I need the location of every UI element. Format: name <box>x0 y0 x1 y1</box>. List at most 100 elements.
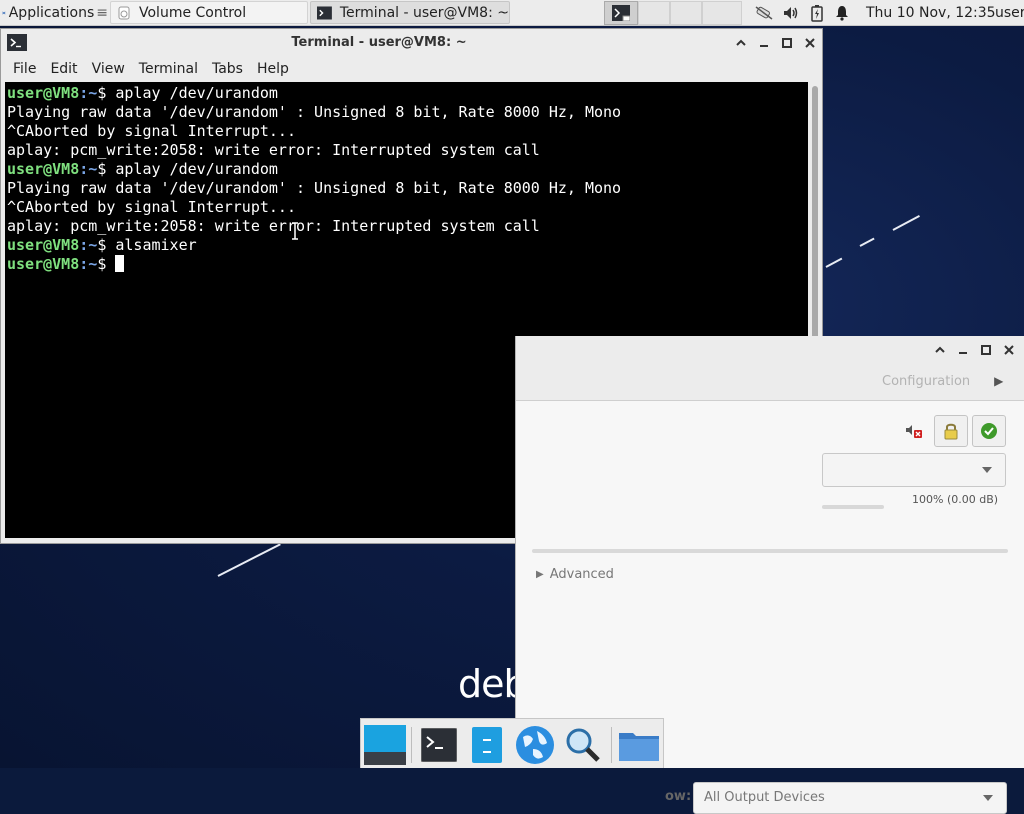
workspace-2-button[interactable] <box>638 1 670 25</box>
workspace-1-button[interactable] <box>604 1 638 25</box>
minimize-icon <box>760 45 768 47</box>
terminal-menubar: File Edit View Terminal Tabs Help <box>1 57 822 81</box>
maximize-button[interactable] <box>779 35 795 51</box>
tab-scroll-right-icon[interactable]: ▶ <box>994 374 1003 388</box>
menu-grip-icon: ≡ <box>96 4 108 21</box>
section-divider <box>532 549 1008 553</box>
top-panel: Applications ≡ Volume Control Terminal -… <box>0 0 1024 26</box>
prompt-user: user@VM8 <box>7 84 80 102</box>
terminal-mini-icon <box>612 5 630 21</box>
terminal-icon <box>421 728 457 762</box>
command-text: aplay /dev/urandom <box>115 160 278 178</box>
set-default-button[interactable] <box>972 415 1006 447</box>
minimize-button[interactable] <box>756 35 772 51</box>
folder-icon <box>619 733 659 761</box>
prompt-symbol: $ <box>97 255 116 273</box>
prompt-user: user@VM8 <box>7 236 80 254</box>
workspace-3-button[interactable] <box>670 1 702 25</box>
close-button[interactable] <box>1001 342 1017 358</box>
workspace-4-button[interactable] <box>702 1 742 25</box>
terminal-prompt-line: user@VM8:~$ alsamixer <box>7 236 808 255</box>
show-desktop-icon <box>364 725 406 765</box>
terminal-window-title: Terminal - user@VM8: ~ <box>291 35 467 50</box>
menu-file[interactable]: File <box>13 61 36 77</box>
dock-app-finder-launcher[interactable] <box>561 723 605 767</box>
terminal-output-line: ^CAborted by signal Interrupt... <box>7 122 296 140</box>
prompt-user: user@VM8 <box>7 255 80 273</box>
volume-control-body: 100% (0.00 dB) ▶ Advanced ow: All Output… <box>516 400 1024 814</box>
terminal-prompt-line: user@VM8:~$ aplay /dev/urandom <box>7 160 808 179</box>
tab-configuration[interactable]: Configuration <box>882 374 970 389</box>
network-disconnected-icon[interactable] <box>752 0 776 25</box>
command-text: aplay /dev/urandom <box>115 84 278 102</box>
volume-tabs: Configuration ▶ <box>824 366 1024 396</box>
menu-edit[interactable]: Edit <box>50 61 77 77</box>
terminal-output-line: ^CAborted by signal Interrupt... <box>7 198 296 216</box>
chevron-up-icon <box>736 39 746 46</box>
wallpaper-streak <box>892 215 920 231</box>
dock-panel <box>360 718 664 768</box>
wallpaper-streak <box>825 257 843 268</box>
maximize-icon <box>782 38 792 48</box>
advanced-expander[interactable]: ▶ Advanced <box>536 567 614 582</box>
taskbar-item-label: Terminal - user@VM8: ~ <box>339 4 509 21</box>
dock-web-browser-launcher[interactable] <box>513 723 557 767</box>
menu-view[interactable]: View <box>92 61 125 77</box>
dock-terminal-launcher[interactable] <box>417 723 461 767</box>
xfce-logo-icon <box>2 11 6 14</box>
close-button[interactable] <box>802 35 818 51</box>
volume-control-titlebar[interactable] <box>516 336 1024 364</box>
user-menu[interactable]: user <box>995 0 1024 25</box>
volume-slider[interactable] <box>822 505 884 509</box>
show-filter-value: All Output Devices <box>704 790 825 805</box>
advanced-label: Advanced <box>549 567 614 582</box>
file-manager-icon <box>472 727 502 763</box>
battery-charging-icon[interactable] <box>808 0 826 25</box>
terminal-app-icon <box>317 5 332 20</box>
clock[interactable]: Thu 10 Nov, 12:35 <box>866 0 996 25</box>
globe-icon <box>516 726 554 764</box>
minimize-button[interactable] <box>955 342 971 358</box>
close-icon <box>1004 345 1014 355</box>
show-desktop-button[interactable] <box>363 723 407 767</box>
minimize-icon <box>959 352 967 354</box>
taskbar-item-label: Volume Control <box>139 4 247 21</box>
volume-control-window: Configuration ▶ 100% (0.00 dB) ▶ Advance… <box>515 336 1024 814</box>
wallpaper-streak <box>217 543 281 577</box>
magnifier-icon <box>566 728 600 762</box>
maximize-button[interactable] <box>978 342 994 358</box>
lock-channels-button[interactable] <box>934 415 968 447</box>
applications-label: Applications <box>8 4 95 21</box>
shade-button[interactable] <box>733 35 749 51</box>
prompt-path: :~ <box>79 160 98 178</box>
prompt-path: :~ <box>79 84 98 102</box>
prompt-symbol: $ <box>97 160 116 178</box>
menu-terminal[interactable]: Terminal <box>139 61 198 77</box>
chevron-down-icon <box>983 795 993 801</box>
applications-menu[interactable]: Applications ≡ <box>2 0 108 25</box>
dock-files-folder-launcher[interactable] <box>617 723 661 767</box>
expander-arrow-icon: ▶ <box>536 569 544 580</box>
taskbar-item-terminal[interactable]: Terminal - user@VM8: ~ <box>310 1 510 24</box>
terminal-output-line: Playing raw data '/dev/urandom' : Unsign… <box>7 103 622 121</box>
terminal-prompt-line: user@VM8:~$ <box>7 255 808 274</box>
notification-bell-icon[interactable] <box>832 0 852 25</box>
taskbar-item-volume-control[interactable]: Volume Control <box>110 1 308 24</box>
dock-files-panel-launcher[interactable] <box>465 723 509 767</box>
command-text: alsamixer <box>115 236 197 254</box>
prompt-symbol: $ <box>97 84 116 102</box>
prompt-symbol: $ <box>97 236 116 254</box>
port-dropdown[interactable] <box>822 453 1006 487</box>
terminal-output-line: Playing raw data '/dev/urandom' : Unsign… <box>7 179 622 197</box>
shade-button[interactable] <box>932 342 948 358</box>
menu-tabs[interactable]: Tabs <box>212 61 243 77</box>
terminal-output-line: aplay: pcm_write:2058: write error: Inte… <box>7 217 540 235</box>
lock-icon <box>944 423 958 440</box>
text-cursor-icon <box>292 222 298 240</box>
show-filter-dropdown[interactable]: All Output Devices <box>693 782 1007 814</box>
menu-help[interactable]: Help <box>257 61 289 77</box>
check-circle-icon <box>981 423 997 439</box>
volume-tray-icon[interactable] <box>780 0 802 25</box>
terminal-titlebar[interactable]: Terminal - user@VM8: ~ <box>1 29 822 57</box>
muted-speaker-icon[interactable] <box>905 423 923 439</box>
